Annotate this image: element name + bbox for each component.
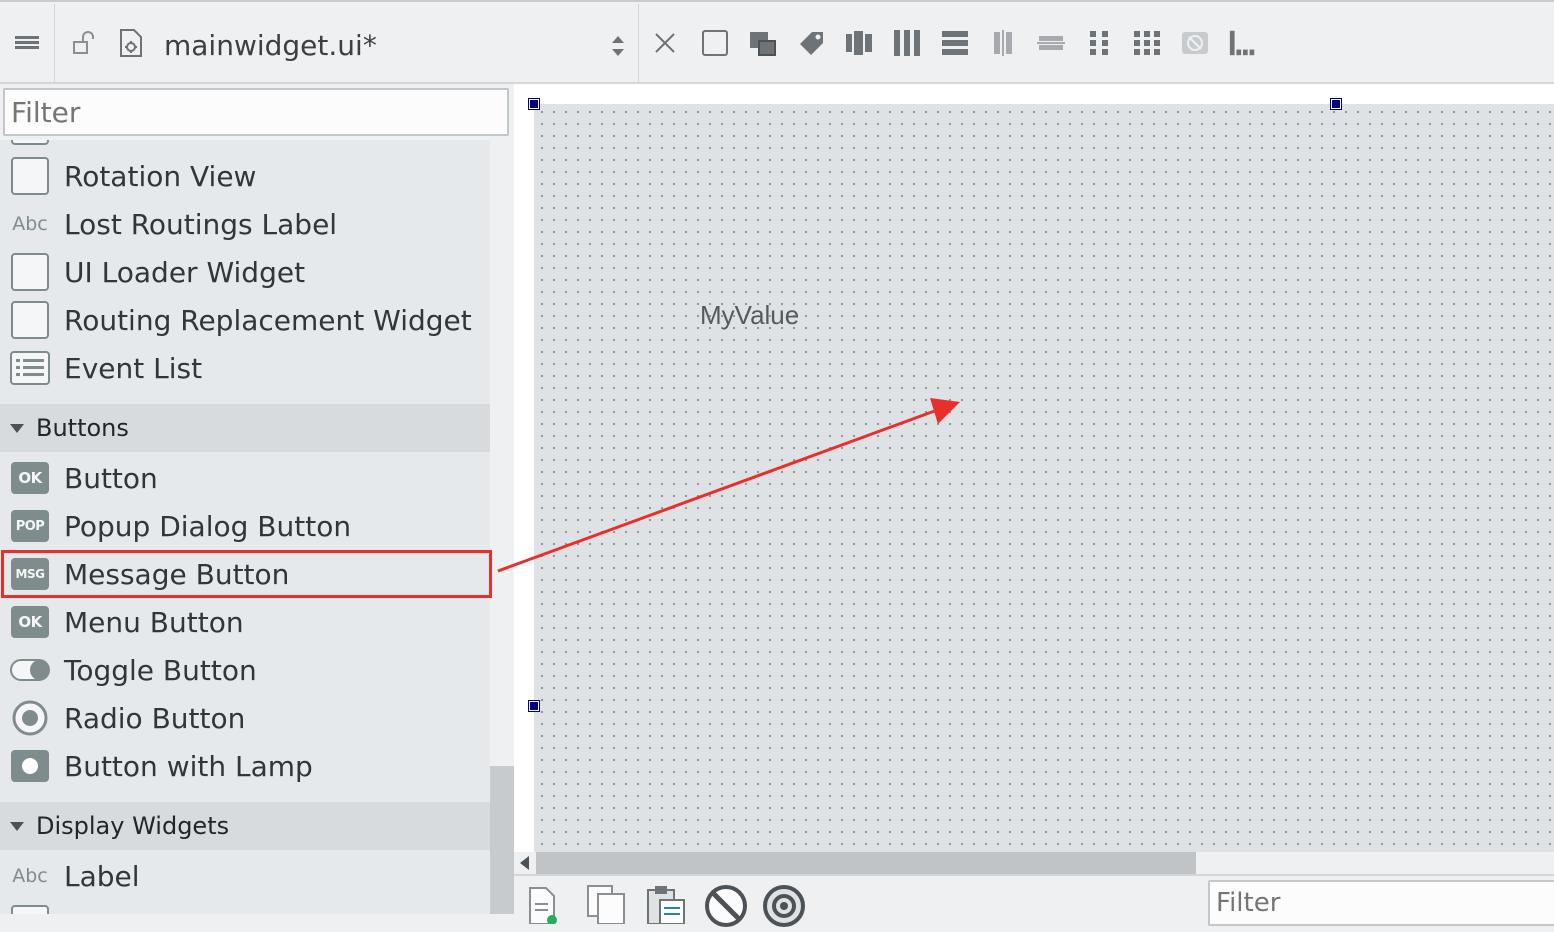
tab-order-mode-icon[interactable] [844, 28, 874, 58]
widget-list-scrollbar[interactable] [490, 140, 514, 914]
widget-box-panel: Rotation View Abc Lost Routings Label UI… [0, 84, 514, 914]
form-label-myvalue[interactable]: MyValue [700, 300, 799, 331]
break-layout-icon[interactable] [1180, 28, 1210, 58]
canvas-horizontal-scrollbar[interactable] [514, 852, 1554, 874]
stop-icon[interactable] [704, 884, 748, 927]
chevron-down-icon [10, 821, 24, 831]
list-item-label: Menu Button [64, 605, 244, 639]
resize-handle[interactable] [528, 700, 540, 712]
list-item-radio-button[interactable]: Radio Button [0, 694, 490, 742]
layout-v-splitter-icon[interactable] [1036, 28, 1066, 58]
list-icon [10, 348, 50, 388]
category-buttons[interactable]: Buttons [0, 404, 490, 452]
list-item-label: Toggle Button [64, 653, 257, 687]
document-title[interactable]: mainwidget.ui* [164, 28, 377, 64]
scrollbar-thumb[interactable] [536, 852, 1196, 874]
category-label: Buttons [36, 414, 129, 442]
layout-horizontal-icon[interactable] [892, 28, 922, 58]
layout-form-icon[interactable] [1132, 28, 1162, 58]
category-display-widgets[interactable]: Display Widgets [0, 802, 490, 850]
list-item-label: Routing Replacement Widget [64, 303, 472, 337]
widget-icon [10, 904, 50, 914]
list-item-button[interactable]: OK Button [0, 454, 490, 502]
lamp-button-icon [10, 746, 50, 786]
list-item-partial [0, 140, 490, 150]
list-item-label: Event List [64, 351, 203, 385]
new-file-icon[interactable] [526, 884, 570, 925]
list-item-event-list[interactable]: Event List [0, 344, 490, 392]
list-item-lost-routings-label[interactable]: Abc Lost Routings Label [0, 200, 490, 248]
toolbar-separator [54, 4, 55, 84]
label-abc-icon: Abc [12, 213, 48, 235]
layout-h-splitter-icon[interactable] [988, 28, 1018, 58]
list-item-partial [0, 900, 490, 914]
list-item-popup-dialog-button[interactable]: POP Popup Dialog Button [0, 502, 490, 550]
close-icon[interactable] [650, 28, 680, 58]
lock-icon[interactable] [68, 28, 98, 58]
updown-icon[interactable] [606, 32, 630, 60]
buddy-mode-icon[interactable] [796, 28, 826, 58]
resize-handle[interactable] [1330, 98, 1342, 110]
scrollbar-thumb[interactable] [490, 766, 514, 914]
pop-button-icon: POP [10, 506, 50, 546]
toggle-icon [10, 650, 50, 690]
highlight-frame [1, 550, 492, 598]
list-item-ui-loader-widget[interactable]: UI Loader Widget [0, 248, 490, 296]
copy-icon[interactable] [584, 884, 628, 925]
radio-icon [10, 698, 50, 738]
signal-slot-mode-icon[interactable] [748, 28, 778, 58]
bottom-filter-input[interactable] [1208, 880, 1554, 926]
category-label: Display Widgets [36, 812, 230, 840]
widget-icon [10, 300, 50, 340]
list-item-routing-replacement-widget[interactable]: Routing Replacement Widget [0, 296, 490, 344]
widget-icon [10, 156, 50, 196]
menu-icon[interactable] [12, 28, 42, 58]
widget-icon [10, 140, 50, 146]
list-item-label: Popup Dialog Button [64, 509, 352, 543]
list-item-label-widget[interactable]: Abc Label [0, 852, 490, 900]
designer-toolbar: mainwidget.ui* [0, 0, 1554, 84]
chevron-down-icon [10, 423, 24, 433]
list-item-label: Rotation View [64, 159, 257, 193]
list-item-label: Button [64, 461, 158, 495]
list-item-menu-button[interactable]: OK Menu Button [0, 598, 490, 646]
list-item-button-with-lamp[interactable]: Button with Lamp [0, 742, 490, 790]
paste-icon[interactable] [644, 884, 688, 925]
list-item-label: Radio Button [64, 701, 246, 735]
list-item-label: UI Loader Widget [64, 255, 306, 289]
toolbar-separator [638, 4, 639, 84]
form-surface[interactable] [534, 104, 1554, 852]
scroll-left-icon[interactable] [520, 856, 529, 870]
widget-icon [10, 252, 50, 292]
ui-file-icon [116, 28, 146, 58]
layout-vertical-icon[interactable] [940, 28, 970, 58]
widget-filter-input[interactable] [3, 88, 509, 136]
widget-mode-icon[interactable] [700, 28, 730, 58]
list-item-label: Lost Routings Label [64, 207, 338, 241]
settings-icon[interactable] [762, 884, 806, 927]
list-item-label: Label [64, 859, 140, 893]
list-item-rotation-view[interactable]: Rotation View [0, 152, 490, 200]
list-item-toggle-button[interactable]: Toggle Button [0, 646, 490, 694]
adjust-size-icon[interactable] [1228, 28, 1258, 58]
widget-list: Rotation View Abc Lost Routings Label UI… [0, 140, 490, 914]
list-item-label: Button with Lamp [64, 749, 313, 783]
ok-button-icon: OK [10, 458, 50, 498]
bottom-dock [514, 874, 1554, 927]
label-abc-icon: Abc [12, 865, 48, 887]
resize-handle[interactable] [528, 98, 540, 110]
ok-button-icon: OK [10, 602, 50, 642]
layout-grid-icon[interactable] [1084, 28, 1114, 58]
